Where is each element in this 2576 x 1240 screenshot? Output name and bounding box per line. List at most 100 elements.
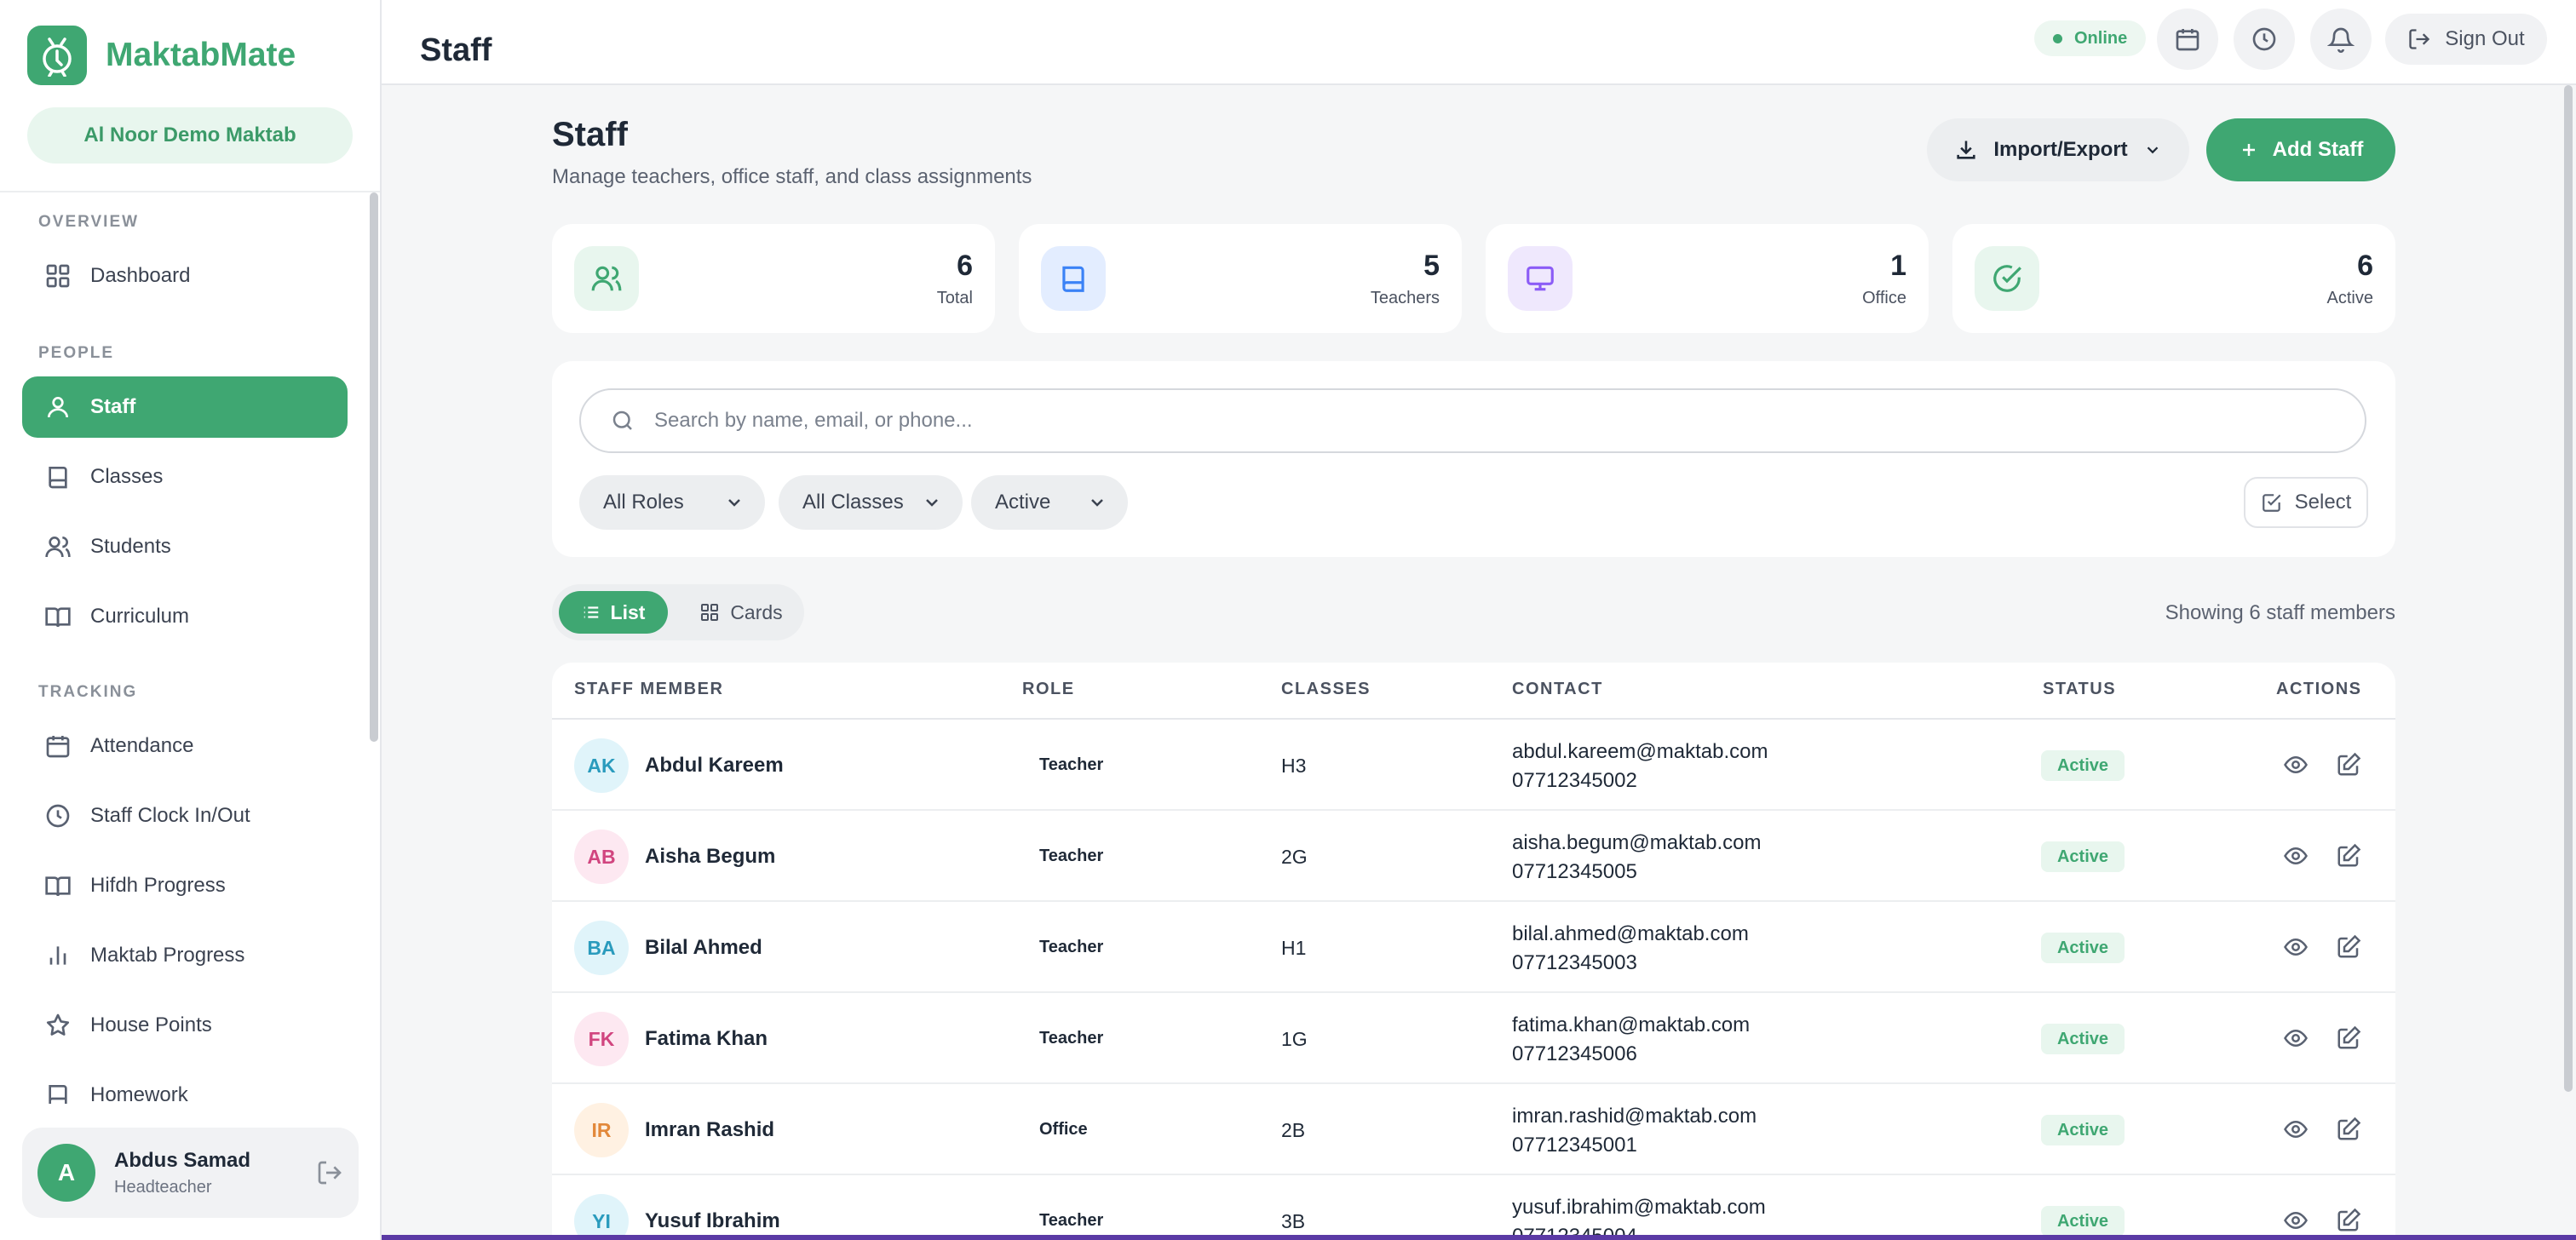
notifications-button[interactable] [2310,9,2372,70]
eye-icon [2283,1117,2309,1142]
sidebar-item-staff-clock[interactable]: Staff Clock In/Out [22,785,348,847]
sidebar-item-classes[interactable]: Classes [22,446,348,508]
staff-table: STAFF MEMBER ROLE CLASSES CONTACT STATUS… [552,663,2395,1240]
section-label-people: PEOPLE [38,344,115,362]
view-staff-button[interactable] [2283,1208,2309,1233]
clock-icon [2251,26,2278,53]
stat-label: Total [936,289,973,307]
import-export-button[interactable]: Import/Export [1927,118,2189,181]
users-icon [44,533,72,560]
staff-role: Teacher [1039,1211,1104,1230]
calendar-button[interactable] [2157,9,2218,70]
edit-staff-button[interactable] [2336,1117,2361,1142]
table-row[interactable]: AB Aisha Begum Teacher 2G aisha.begum@maktab… [552,811,2395,902]
sign-out-button[interactable]: Sign Out [2385,14,2547,65]
view-toggle: List Cards [552,584,804,640]
list-view-label: List [610,600,646,623]
staff-email: bilal.ahmed@maktab.com [1512,922,1749,945]
sidebar-item-label: Staff Clock In/Out [90,804,250,827]
edit-staff-button[interactable] [2336,1025,2361,1051]
cards-view-label: Cards [730,600,783,623]
edit-icon [2336,1117,2361,1142]
stat-label: Office [1862,289,1906,307]
clock-icon [44,802,72,830]
view-staff-button[interactable] [2283,934,2309,960]
sidebar-item-curriculum[interactable]: Curriculum [22,586,348,647]
edit-staff-button[interactable] [2336,1208,2361,1233]
bell-icon [2327,26,2355,53]
edit-staff-button[interactable] [2336,843,2361,869]
sidebar-item-attendance[interactable]: Attendance [22,715,348,777]
brand[interactable]: MaktabMate [27,26,296,85]
list-view-button[interactable]: List [559,591,668,634]
staff-classes: 2G [1281,846,1308,868]
stat-card-teachers: 5 Teachers [1019,224,1462,333]
results-count: Showing 6 staff members [2165,601,2395,624]
online-status-badge: Online [2034,20,2147,56]
user-icon [44,393,72,421]
column-header[interactable]: CLASSES [1281,680,1371,699]
org-selector[interactable]: Al Noor Demo Maktab [27,107,353,164]
logout-icon[interactable] [316,1159,343,1186]
sidebar-item-house-points[interactable]: House Points [22,995,348,1056]
column-header[interactable]: STATUS [2043,680,2116,699]
view-staff-button[interactable] [2283,1025,2309,1051]
staff-name[interactable]: Fatima Khan [645,1027,768,1051]
sidebar-item-label: Attendance [90,734,194,757]
table-row[interactable]: AK Abdul Kareem Teacher H3 abdul.kareem@makt… [552,720,2395,811]
main-scrollbar[interactable] [2564,85,2573,1092]
sidebar-scrollbar[interactable] [370,192,378,742]
sidebar-item-staff[interactable]: Staff [22,376,348,438]
user-card[interactable]: A Abdus Samad Headteacher [22,1128,359,1218]
star-icon [44,1012,72,1039]
open-book-icon [44,603,72,630]
role-filter-select[interactable]: All Roles [579,475,765,530]
table-row[interactable]: BA Bilal Ahmed Teacher H1 bilal.ahmed@maktab… [552,902,2395,993]
staff-role: Teacher [1039,1029,1104,1048]
table-row[interactable]: YI Yusuf Ibrahim Teacher 3B yusuf.ibrahim@ma… [552,1175,2395,1240]
sidebar-item-homework[interactable]: Homework [22,1065,348,1104]
status-badge: Active [2041,933,2125,963]
staff-name[interactable]: Aisha Begum [645,845,775,869]
status-filter-select[interactable]: Active [971,475,1128,530]
edit-icon [2336,1025,2361,1051]
stat-card-office: 1 Office [1486,224,1929,333]
search-box[interactable] [579,388,2366,453]
column-header[interactable]: CONTACT [1512,680,1603,699]
sidebar-item-label: Classes [90,465,164,488]
edit-staff-button[interactable] [2336,934,2361,960]
column-header[interactable]: STAFF MEMBER [574,680,723,699]
add-staff-button[interactable]: Add Staff [2206,118,2395,181]
column-header: ACTIONS [2276,680,2362,698]
table-row[interactable]: FK Fatima Khan Teacher 1G fatima.khan@maktab… [552,993,2395,1084]
sidebar-item-students[interactable]: Students [22,516,348,577]
sidebar-nav: OVERVIEW Dashboard PEOPLE Staff Classes … [0,192,380,1104]
edit-staff-button[interactable] [2336,752,2361,778]
staff-name[interactable]: Imran Rashid [645,1118,774,1142]
stat-value: 6 [2357,250,2373,282]
sign-out-label: Sign Out [2445,27,2525,50]
staff-classes: H1 [1281,937,1307,959]
sidebar-item-maktab-progress[interactable]: Maktab Progress [22,925,348,986]
staff-email: imran.rashid@maktab.com [1512,1105,1757,1128]
view-staff-button[interactable] [2283,752,2309,778]
select-button[interactable]: Select [2244,477,2368,528]
staff-phone: 07712345005 [1512,860,1637,883]
grid-icon [44,262,72,290]
classes-filter-select[interactable]: All Classes [779,475,963,530]
column-header[interactable]: ROLE [1022,680,1075,699]
staff-name[interactable]: Abdul Kareem [645,754,784,778]
edit-icon [2336,1208,2361,1233]
view-staff-button[interactable] [2283,843,2309,869]
chevron-down-icon [2143,141,2162,159]
sidebar-item-hifdh-progress[interactable]: Hifdh Progress [22,855,348,916]
staff-name[interactable]: Yusuf Ibrahim [645,1209,780,1233]
filter-panel: All Roles All Classes Active Select [552,361,2395,557]
search-input[interactable] [654,409,2273,433]
staff-name[interactable]: Bilal Ahmed [645,936,762,960]
view-staff-button[interactable] [2283,1117,2309,1142]
sidebar-item-dashboard[interactable]: Dashboard [22,245,348,307]
cards-view-button[interactable]: Cards [687,591,796,634]
table-row[interactable]: IR Imran Rashid Office 2B imran.rashid@makta… [552,1084,2395,1175]
clock-button[interactable] [2234,9,2295,70]
